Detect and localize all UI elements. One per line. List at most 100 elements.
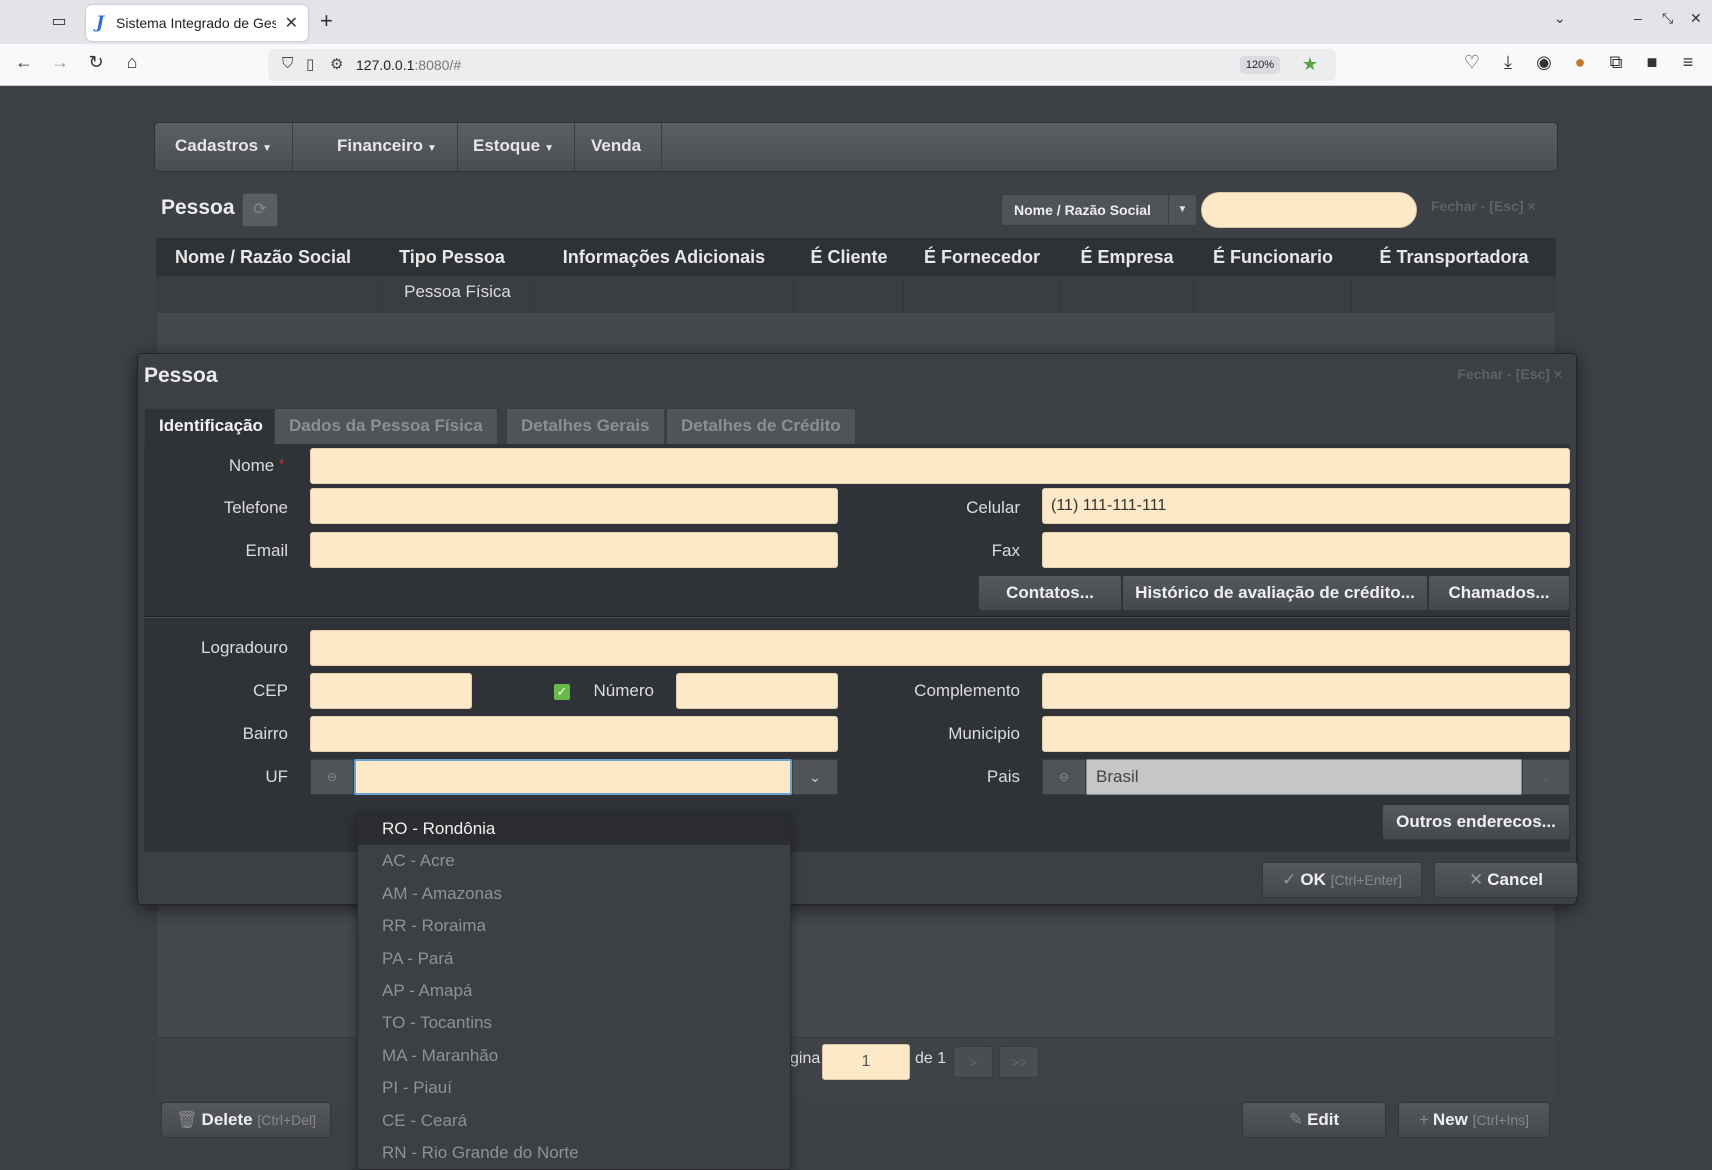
column-header[interactable]: Informações Adicionais [534, 238, 794, 276]
chamados-button[interactable]: Chamados... [1428, 575, 1570, 611]
column-header[interactable]: Tipo Pessoa [370, 238, 534, 276]
selenium-icon[interactable]: ■ [1640, 52, 1664, 73]
cep-field[interactable] [310, 673, 472, 709]
menu-venda[interactable]: Venda [571, 123, 663, 171]
home-icon[interactable]: ⌂ [120, 52, 144, 73]
fax-field[interactable] [1042, 532, 1570, 568]
shield-icon[interactable]: ⛉ [282, 55, 293, 72]
uf-combo-input[interactable] [354, 759, 792, 795]
column-header[interactable]: É Funcionario [1194, 238, 1352, 276]
municipio-field[interactable] [1042, 716, 1570, 752]
reload-icon[interactable]: ↻ [84, 52, 108, 73]
next-page-button[interactable]: > [953, 1046, 993, 1078]
pocket-icon[interactable]: ♡ [1460, 52, 1484, 73]
app-main-menu: Cadastros ▼ Financeiro ▼ Estoque ▼ Venda [154, 122, 1558, 172]
column-header[interactable]: É Transportadora [1352, 238, 1556, 276]
outros-enderecos-button[interactable]: Outros enderecos... [1382, 804, 1570, 840]
url-text: 127.0.0.1:8080/# [356, 57, 462, 73]
complemento-label: Complemento [914, 681, 1020, 700]
plus-icon: + [1418, 1110, 1429, 1129]
complemento-field[interactable] [1042, 673, 1570, 709]
table-row[interactable]: Pessoa Física [156, 276, 1556, 312]
uf-option[interactable]: AP - Amapá [358, 975, 790, 1007]
telefone-label: Telefone [223, 498, 288, 517]
restore-icon[interactable]: ⤡ [1662, 10, 1673, 27]
tab-detalhes-credito[interactable]: Detalhes de Crédito [666, 408, 856, 444]
uf-option[interactable]: RR - Roraima [358, 910, 790, 942]
uf-option[interactable]: CE - Ceará [358, 1105, 790, 1137]
uf-option[interactable]: AC - Acre [358, 845, 790, 877]
minimize-icon[interactable]: – [1634, 10, 1642, 26]
bairro-field[interactable] [310, 716, 838, 752]
tab-list-icon[interactable]: ▭ [48, 11, 70, 33]
caret-down-icon[interactable]: ▼ [1168, 195, 1196, 225]
tab-detalhes-gerais[interactable]: Detalhes Gerais [506, 408, 665, 444]
account-icon[interactable]: ◉ [1532, 52, 1556, 73]
celular-field[interactable]: (11) 111-111-111 [1042, 488, 1570, 524]
column-header[interactable]: É Empresa [1060, 238, 1194, 276]
search-input[interactable] [1201, 192, 1417, 228]
numero-label: Número [593, 681, 654, 700]
refresh-button[interactable]: ⟳ [242, 193, 278, 227]
extension-icon[interactable]: ● [1568, 52, 1592, 73]
last-page-button[interactable]: >> [999, 1046, 1039, 1078]
app-menu-icon[interactable]: ≡ [1676, 52, 1700, 73]
numero-field[interactable] [676, 673, 838, 709]
uf-option[interactable]: MA - Maranhão [358, 1040, 790, 1072]
bairro-label: Bairro [242, 724, 288, 743]
uf-option[interactable]: PA - Pará [358, 943, 790, 975]
back-icon[interactable]: ← [12, 52, 36, 73]
contatos-button[interactable]: Contatos... [978, 575, 1122, 611]
delete-button[interactable]: 🗑 Delete [Ctrl+Del] [161, 1102, 331, 1138]
close-list-link[interactable]: Fechar - [Esc] × [1431, 198, 1536, 214]
email-field[interactable] [310, 532, 838, 568]
new-tab-icon[interactable]: + [320, 8, 333, 34]
menu-cadastros[interactable]: Cadastros ▼ [155, 123, 294, 171]
tab-dados-pessoa-fisica[interactable]: Dados da Pessoa Física [274, 408, 498, 444]
tab-overflow-chevron-icon[interactable]: ⌄ [1554, 10, 1566, 27]
logradouro-field[interactable] [310, 630, 1570, 666]
app-favicon-icon: J [96, 13, 105, 33]
nome-field[interactable] [310, 448, 1570, 484]
check-icon: ✓ [1282, 870, 1297, 889]
uf-option[interactable]: AM - Amazonas [358, 878, 790, 910]
ok-button[interactable]: ✓ OK [Ctrl+Enter] [1262, 862, 1422, 898]
forward-icon[interactable]: → [48, 52, 72, 73]
close-dialog-link[interactable]: Fechar - [Esc] × [1457, 366, 1562, 382]
edit-button[interactable]: ✎ Edit [1242, 1102, 1386, 1138]
column-header[interactable]: É Cliente [794, 238, 904, 276]
cep-checkbox[interactable]: ✓ [554, 684, 570, 700]
pais-dropdown-toggle[interactable]: ⌄ [1522, 759, 1570, 795]
uf-option[interactable]: RN - Rio Grande do Norte [358, 1137, 790, 1169]
uf-clear-button[interactable]: ⊖ [310, 759, 354, 795]
close-tab-icon[interactable]: ✕ [285, 13, 298, 33]
historico-credito-button[interactable]: Histórico de avaliação de crédito... [1122, 575, 1428, 611]
column-header[interactable]: É Fornecedor [904, 238, 1060, 276]
downloads-icon[interactable]: ⤓ [1496, 52, 1520, 73]
menu-estoque[interactable]: Estoque ▼ [453, 123, 575, 171]
bookmark-star-icon[interactable]: ★ [1302, 54, 1318, 75]
browser-tab[interactable]: J Sistema Integrado de Gestã ✕ [86, 5, 308, 41]
telefone-field[interactable] [310, 488, 838, 524]
page-info-icon[interactable]: ▯ [306, 55, 314, 73]
new-button[interactable]: + New [Ctrl+Ins] [1398, 1102, 1550, 1138]
menu-financeiro[interactable]: Financeiro ▼ [317, 123, 458, 171]
cancel-button[interactable]: ✕ Cancel [1434, 862, 1578, 898]
uf-dropdown-toggle[interactable]: ⌄ [792, 759, 838, 795]
logradouro-label: Logradouro [201, 638, 288, 657]
url-bar[interactable]: ⛉ ▯ ⚙ 127.0.0.1:8080/# 120% ★ [268, 49, 1336, 81]
zoom-level-badge[interactable]: 120% [1239, 56, 1280, 74]
grid-header: Nome / Razão Social Tipo Pessoa Informaç… [156, 238, 1556, 276]
extensions-puzzle-icon[interactable]: ⧉ [1604, 52, 1628, 73]
pais-clear-button[interactable]: ⊖ [1042, 759, 1086, 795]
close-window-icon[interactable]: ✕ [1690, 10, 1702, 27]
uf-option[interactable]: PI - Piauí [358, 1072, 790, 1104]
uf-option[interactable]: TO - Tocantins [358, 1007, 790, 1039]
search-field-select[interactable]: Nome / Razão Social ▼ [1001, 194, 1197, 226]
column-header[interactable]: Nome / Razão Social [156, 238, 370, 276]
pais-combo-input[interactable]: Brasil [1086, 759, 1522, 795]
tab-identificacao[interactable]: Identificação [144, 408, 278, 444]
uf-option[interactable]: RO - Rondônia [358, 813, 790, 846]
permissions-icon[interactable]: ⚙ [330, 55, 343, 73]
page-number-input[interactable]: 1 [822, 1044, 910, 1080]
